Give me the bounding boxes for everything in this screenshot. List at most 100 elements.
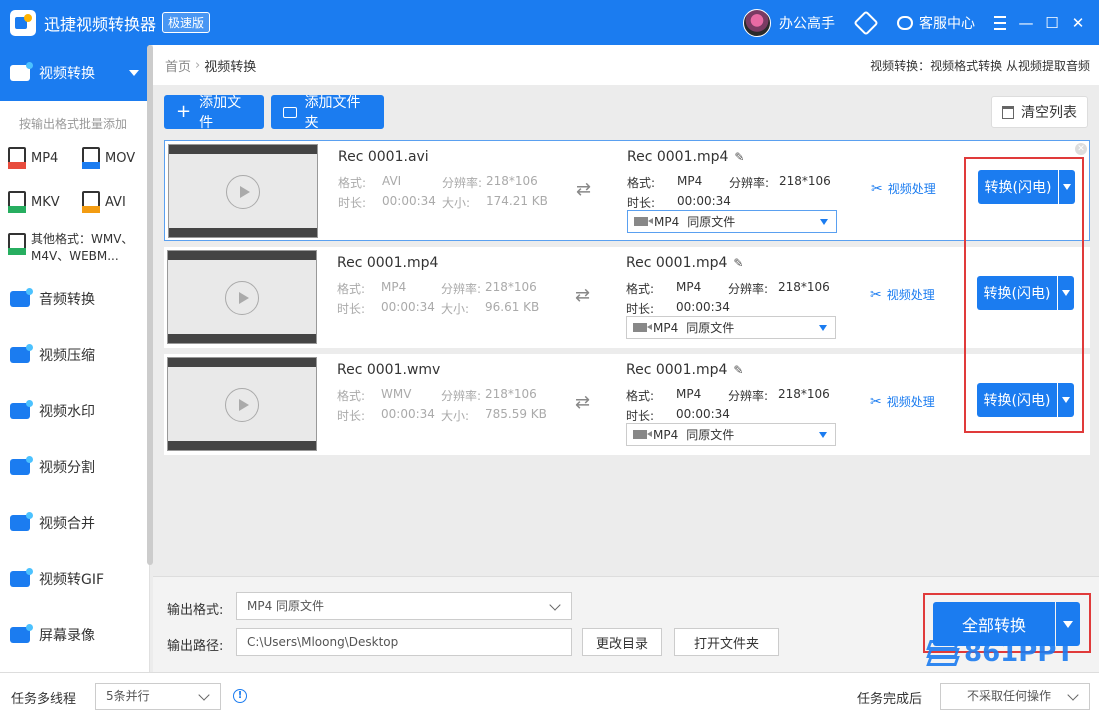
page-description: 视频转换：视频格式转换 从视频提取音频	[870, 58, 1090, 73]
breadcrumb-home[interactable]: 首页	[165, 56, 191, 75]
minimize-icon[interactable]: —	[1013, 0, 1039, 45]
threads-select[interactable]: 5条并行	[95, 683, 221, 710]
chat-icon[interactable]	[897, 15, 913, 30]
sidebar-item-video-split[interactable]: 视频分割	[0, 439, 149, 495]
scissors-icon: ✂	[871, 180, 883, 197]
video-thumbnail[interactable]	[168, 144, 318, 238]
user-avatar[interactable]	[743, 8, 771, 37]
video-split-icon	[10, 456, 33, 475]
chevron-down-icon	[198, 689, 210, 701]
output-resolution: 218*106	[778, 387, 830, 401]
chevron-down-icon	[129, 70, 139, 76]
output-format-select[interactable]: MP4 同原文件	[626, 316, 836, 339]
video-camera-icon	[633, 323, 652, 332]
sidebar-item-video-merge[interactable]: 视频合并	[0, 495, 149, 551]
output-format: MP4	[676, 387, 702, 401]
edition-badge: 极速版	[162, 12, 211, 33]
source-format: WMV	[381, 387, 412, 401]
change-directory-button[interactable]: 更改目录	[582, 628, 662, 656]
file-row[interactable]: Rec 0001.wmv 格式: WMV 分辨率: 218*106 时长: 00…	[164, 354, 1090, 455]
video-thumbnail[interactable]	[167, 250, 317, 344]
mov-file-icon	[82, 147, 100, 169]
sidebar: 视频转换 按输出格式批量添加 MP4 MOV MKV AVI 其他格式：WMV、…	[0, 45, 150, 672]
avi-file-icon	[82, 191, 100, 213]
add-file-button[interactable]: + 添加文件	[164, 95, 264, 131]
app-logo-icon	[10, 9, 36, 36]
output-format-select[interactable]: MP4 同原文件	[627, 210, 837, 233]
customer-service-link[interactable]: 客服中心	[919, 13, 975, 33]
format-avi[interactable]: AVI	[82, 189, 156, 215]
edit-name-icon[interactable]: ✎	[733, 256, 743, 270]
play-icon[interactable]	[225, 388, 259, 422]
remove-file-icon[interactable]: ✕	[1075, 143, 1087, 155]
vip-shield-icon[interactable]	[853, 9, 879, 36]
screen-record-icon	[10, 624, 33, 643]
video-process-link[interactable]: ✂ 视频处理	[870, 393, 935, 410]
output-format-select[interactable]: MP4 同原文件	[626, 423, 836, 446]
video-thumbnail[interactable]	[167, 357, 317, 451]
batch-hint: 按输出格式批量添加	[19, 117, 128, 131]
after-complete-label: 任务完成后	[857, 692, 923, 707]
output-format-dropdown[interactable]: MP4 同原文件	[236, 592, 572, 620]
sidebar-item-video-gif[interactable]: 视频转GIF	[0, 551, 149, 607]
source-resolution: 218*106	[485, 280, 537, 294]
video-camera-icon	[634, 217, 653, 226]
source-duration: 00:00:34	[382, 194, 436, 208]
status-bar: 任务多线程 5条并行 ! 任务完成后 不采取任何操作	[0, 672, 1099, 717]
video-process-link[interactable]: ✂ 视频处理	[870, 286, 935, 303]
format-mkv[interactable]: MKV	[8, 189, 82, 215]
trash-icon	[1002, 105, 1014, 119]
open-folder-button[interactable]: 打开文件夹	[674, 628, 779, 656]
file-row[interactable]: Rec 0001.avi 格式: AVI 分辨率: 218*106 时长: 00…	[164, 140, 1090, 241]
format-mp4[interactable]: MP4	[8, 145, 82, 171]
file-row[interactable]: Rec 0001.mp4 格式: MP4 分辨率: 218*106 时长: 00…	[164, 247, 1090, 348]
threads-label: 任务多线程	[11, 692, 77, 707]
play-icon[interactable]	[225, 281, 259, 315]
after-complete-select[interactable]: 不采取任何操作	[940, 683, 1090, 710]
source-format: MP4	[381, 280, 407, 294]
output-file-name: Rec 0001.mp4 ✎	[626, 255, 744, 271]
sidebar-item-video-compress[interactable]: 视频压缩	[0, 327, 149, 383]
sidebar-item-video-watermark[interactable]: 视频水印	[0, 383, 149, 439]
menu-icon[interactable]	[987, 0, 1013, 45]
output-format-label: 输出格式:	[167, 603, 224, 618]
source-format: AVI	[382, 174, 402, 188]
source-duration: 00:00:34	[381, 300, 435, 314]
sidebar-item-audio-convert[interactable]: 音频转换	[0, 271, 149, 327]
edit-name-icon[interactable]: ✎	[734, 150, 744, 164]
source-size: 785.59 KB	[485, 407, 547, 421]
video-process-link[interactable]: ✂ 视频处理	[871, 180, 936, 197]
clear-list-button[interactable]: 清空列表	[991, 96, 1088, 128]
other-format-file-icon	[8, 233, 26, 255]
dropdown-arrow-icon	[819, 432, 827, 438]
output-file-name: Rec 0001.mp4 ✎	[627, 149, 745, 165]
mp4-file-icon	[8, 147, 26, 169]
add-folder-button[interactable]: 添加文件夹	[271, 95, 384, 131]
output-format: MP4	[677, 174, 703, 188]
output-path-field[interactable]: C:\Users\Mloong\Desktop	[236, 628, 572, 656]
scissors-icon: ✂	[870, 286, 882, 303]
video-merge-icon	[10, 512, 33, 531]
user-name[interactable]: 办公高手	[779, 13, 835, 33]
video-gif-icon	[10, 568, 33, 587]
source-resolution: 218*106	[486, 174, 538, 188]
breadcrumb-separator: ›	[195, 57, 201, 73]
breadcrumb: 首页 › 视频转换 视频转换：视频格式转换 从视频提取音频	[153, 45, 1099, 85]
sidebar-item-screen-record[interactable]: 屏幕录像	[0, 607, 149, 663]
format-mov[interactable]: MOV	[82, 145, 156, 171]
sidebar-item-video-convert[interactable]: 视频转换	[0, 45, 149, 101]
video-camera-icon	[633, 430, 652, 439]
source-file-name: Rec 0001.wmv	[337, 362, 441, 378]
maximize-icon[interactable]: ☐	[1039, 0, 1065, 45]
edit-name-icon[interactable]: ✎	[733, 363, 743, 377]
close-icon[interactable]: ✕	[1065, 0, 1091, 45]
info-icon[interactable]: !	[233, 689, 247, 703]
mkv-file-icon	[8, 191, 26, 213]
title-bar: 迅捷视频转换器 极速版 办公高手 客服中心 — ☐ ✕	[0, 0, 1099, 45]
output-duration: 00:00:34	[676, 300, 730, 314]
output-path-label: 输出路径:	[167, 639, 224, 654]
format-other[interactable]: 其他格式：WMV、M4V、WEBM...	[0, 231, 149, 265]
source-size: 96.61 KB	[485, 300, 540, 314]
audio-convert-icon	[10, 288, 33, 307]
play-icon[interactable]	[226, 175, 260, 209]
